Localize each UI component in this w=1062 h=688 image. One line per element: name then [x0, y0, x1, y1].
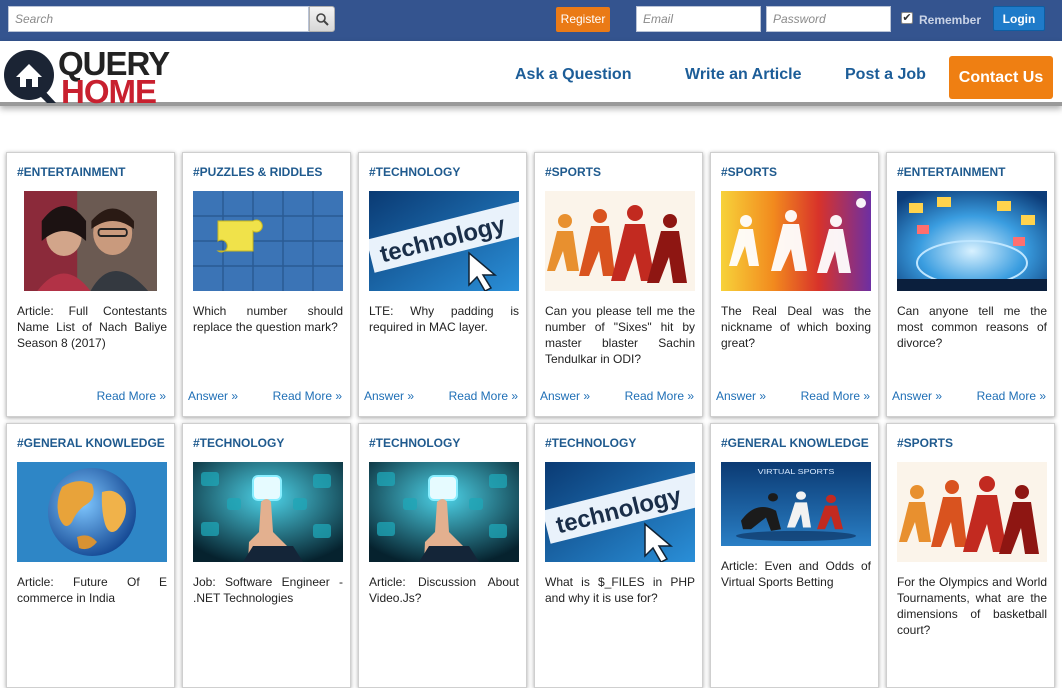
puzzle-pieces-image[interactable] — [193, 191, 343, 291]
nav-post-job[interactable]: Post a Job — [845, 66, 926, 84]
card-title[interactable]: Can anyone tell me the most common reaso… — [897, 303, 1047, 351]
question-card[interactable]: #ENTERTAINMENT Can anyone tell me the mo… — [886, 152, 1055, 417]
question-card[interactable]: #ENTERTAINMENT Article: Full Contestants… — [6, 152, 175, 417]
virtual-sports-image[interactable]: VIRTUAL SPORTS — [721, 462, 871, 546]
question-card[interactable]: #GENERAL KNOWLEDGE VIRTUAL SPORTS Articl… — [710, 423, 879, 688]
card-title[interactable]: Article: Discussion About Video.Js? — [369, 574, 519, 606]
register-button[interactable]: Register — [556, 7, 610, 32]
category-tag[interactable]: #TECHNOLOGY — [369, 165, 460, 179]
question-card[interactable]: #GENERAL KNOWLEDGE Article: Future Of E … — [6, 423, 175, 688]
category-tag[interactable]: #TECHNOLOGY — [545, 436, 636, 450]
couple-photo-image[interactable] — [24, 191, 157, 291]
card-title[interactable]: Job: Software Engineer - .NET Technologi… — [193, 574, 343, 606]
nav-write-article[interactable]: Write an Article — [685, 66, 801, 84]
remember-label: Remember — [919, 13, 982, 27]
touch-screen-image[interactable] — [369, 462, 519, 562]
question-card[interactable]: #TECHNOLOGY Article: Discussion About Vi… — [358, 423, 527, 688]
card-title[interactable]: For the Olympics and World Tournaments, … — [897, 574, 1047, 638]
login-button[interactable]: Login — [993, 6, 1045, 31]
category-tag[interactable]: #PUZZLES & RIDDLES — [193, 165, 322, 179]
category-tag[interactable]: #SPORTS — [721, 165, 777, 179]
card-title[interactable]: The Real Deal was the nickname of which … — [721, 303, 871, 351]
read-more-link[interactable]: Read More » — [449, 389, 518, 403]
site-header: QUERY HOME Ask a Question Write an Artic… — [0, 41, 1062, 110]
read-more-link[interactable]: Read More » — [977, 389, 1046, 403]
category-tag[interactable]: #ENTERTAINMENT — [897, 165, 1005, 179]
top-bar: Register ✔ Remember Login — [0, 0, 1062, 41]
read-more-link[interactable]: Read More » — [97, 389, 166, 403]
answer-link[interactable]: Answer » — [188, 389, 238, 403]
site-logo[interactable]: QUERY HOME — [3, 45, 178, 110]
search-input[interactable] — [8, 6, 309, 32]
house-q-icon — [4, 50, 56, 103]
technology-cursor-image[interactable]: technology — [545, 462, 695, 562]
sports-rainbow-image[interactable] — [721, 191, 871, 291]
category-tag[interactable]: #GENERAL KNOWLEDGE — [721, 436, 869, 450]
question-card[interactable]: #TECHNOLOGY technology What is $_FILES i… — [534, 423, 703, 688]
remember-checkbox[interactable]: ✔ — [901, 12, 913, 24]
card-title[interactable]: LTE: Why padding is required in MAC laye… — [369, 303, 519, 335]
logo-text-home: HOME — [61, 73, 157, 110]
answer-link[interactable]: Answer » — [892, 389, 942, 403]
category-tag[interactable]: #TECHNOLOGY — [369, 436, 460, 450]
email-field[interactable] — [636, 6, 761, 32]
card-title[interactable]: Article: Full Contestants Name List of N… — [17, 303, 167, 351]
category-tag[interactable]: #GENERAL KNOWLEDGE — [17, 436, 165, 450]
card-title[interactable]: Can you please tell me the number of "Si… — [545, 303, 695, 367]
question-card[interactable]: #TECHNOLOGY technology LTE: Why padding … — [358, 152, 527, 417]
contact-us-button[interactable]: Contact Us — [949, 56, 1053, 99]
search-icon — [316, 13, 329, 26]
sports-silhouettes-image[interactable] — [545, 191, 695, 291]
read-more-link[interactable]: Read More » — [273, 389, 342, 403]
answer-link[interactable]: Answer » — [540, 389, 590, 403]
media-globe-image[interactable] — [897, 191, 1047, 291]
read-more-link[interactable]: Read More » — [625, 389, 694, 403]
answer-link[interactable]: Answer » — [716, 389, 766, 403]
touch-screen-image[interactable] — [193, 462, 343, 562]
svg-text:VIRTUAL SPORTS: VIRTUAL SPORTS — [758, 466, 835, 475]
category-tag[interactable]: #SPORTS — [545, 165, 601, 179]
question-card[interactable]: #SPORTS The Real Deal was the nickname o… — [710, 152, 879, 417]
sports-silhouettes-image[interactable] — [897, 462, 1047, 562]
question-card[interactable]: #SPORTS Can you please tell me the numbe… — [534, 152, 703, 417]
category-tag[interactable]: #ENTERTAINMENT — [17, 165, 125, 179]
card-title[interactable]: Which number should replace the question… — [193, 303, 343, 335]
technology-cursor-image[interactable]: technology — [369, 191, 519, 291]
category-tag[interactable]: #TECHNOLOGY — [193, 436, 284, 450]
card-title[interactable]: Article: Future Of E commerce in India — [17, 574, 167, 606]
nav-ask-question[interactable]: Ask a Question — [515, 66, 631, 84]
question-card[interactable]: #SPORTS For the Olympics and World Tourn… — [886, 423, 1055, 688]
card-title[interactable]: Article: Even and Odds of Virtual Sports… — [721, 558, 871, 590]
search-button[interactable] — [309, 6, 335, 32]
answer-link[interactable]: Answer » — [364, 389, 414, 403]
earth-globe-image[interactable] — [17, 462, 167, 562]
question-card[interactable]: #PUZZLES & RIDDLES Which number should r… — [182, 152, 351, 417]
category-tag[interactable]: #SPORTS — [897, 436, 953, 450]
read-more-link[interactable]: Read More » — [801, 389, 870, 403]
question-card[interactable]: #TECHNOLOGY Job: Software Engineer - .NE… — [182, 423, 351, 688]
card-title[interactable]: What is $_FILES in PHP and why it is use… — [545, 574, 695, 606]
password-field[interactable] — [766, 6, 891, 32]
